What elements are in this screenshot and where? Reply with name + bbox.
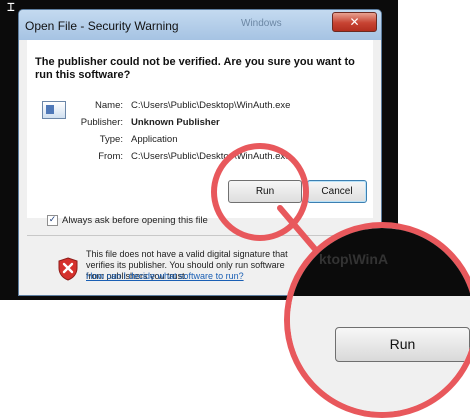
name-value: C:\Users\Public\Desktop\WinAuth.exe — [131, 100, 291, 111]
zoom-run-button[interactable]: Run — [335, 327, 470, 362]
from-label: From: — [98, 151, 123, 162]
dialog-content-panel: The publisher could not be verified. Are… — [27, 40, 373, 218]
decide-software-link[interactable]: How can I decide what software to run? — [86, 271, 244, 281]
cancel-button[interactable]: Cancel — [307, 180, 367, 203]
file-icon-detail — [46, 105, 54, 114]
highlight-ring-small — [211, 143, 309, 241]
warning-headline: The publisher could not be verified. Are… — [35, 56, 355, 81]
name-label: Name: — [95, 100, 123, 111]
zoom-magnifier: ktop\WinA Run — [284, 222, 470, 418]
close-icon: ✕ — [349, 15, 360, 29]
zoom-dark-band: ktop\WinA — [290, 228, 470, 296]
type-value: Application — [131, 134, 178, 145]
text-cursor-icon: ⌶ — [7, 0, 15, 15]
red-shield-x-icon — [58, 257, 78, 281]
publisher-label: Publisher: — [80, 117, 123, 128]
close-button[interactable]: ✕ — [332, 12, 377, 32]
always-ask-checkbox[interactable]: ✓ — [47, 215, 58, 226]
publisher-value: Unknown Publisher — [131, 117, 220, 128]
window-title: Open File - Security Warning — [25, 19, 179, 33]
title-bar[interactable]: Open File - Security Warning Windows ✕ — [19, 10, 381, 40]
background-window-title: Windows — [241, 18, 282, 29]
always-ask-label[interactable]: Always ask before opening this file — [62, 215, 208, 226]
type-label: Type: — [99, 134, 123, 145]
zoom-path-fragment: ktop\WinA — [319, 251, 389, 267]
